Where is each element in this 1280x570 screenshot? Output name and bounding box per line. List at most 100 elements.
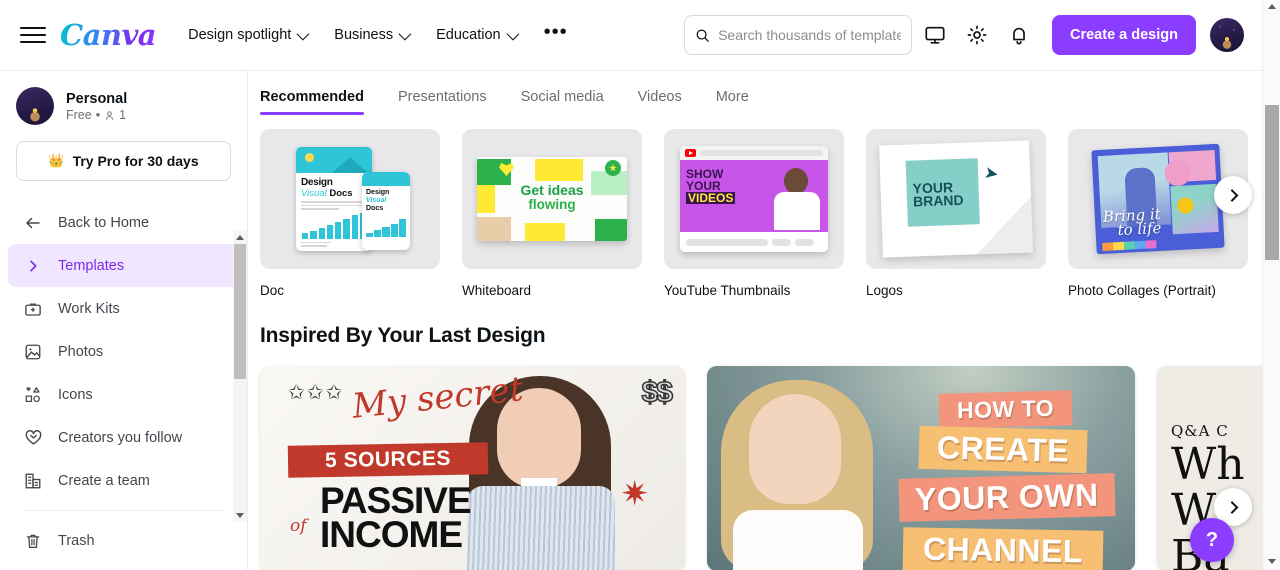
trash-icon [22, 532, 44, 550]
sidebar-scroll-thumb[interactable] [234, 244, 246, 379]
meta-dot: • [95, 108, 101, 123]
sidebar-item-label: Create a team [58, 472, 150, 489]
category-tabs: Recommended Presentations Social media V… [248, 71, 1262, 115]
canva-logo[interactable]: Canva [60, 18, 157, 52]
building-icon [22, 472, 44, 490]
category-label: Doc [260, 283, 285, 298]
design-big-line2: INCOME [320, 514, 463, 556]
youtube-art: SHOW YOUR VIDEOS [680, 146, 828, 252]
person-photo [713, 380, 893, 570]
help-button[interactable]: ? [1190, 518, 1234, 562]
nav-education[interactable]: Education [436, 27, 519, 43]
sidebar-item-label: Photos [58, 343, 104, 360]
sidebar-scrollbar[interactable] [233, 230, 247, 522]
user-avatar[interactable] [1210, 18, 1244, 52]
more-options-icon[interactable]: ••• [544, 22, 568, 43]
crown-icon: 👑 [48, 153, 65, 168]
briefcase-icon [22, 300, 44, 318]
whiteboard-art: Get ideas flowing [477, 157, 627, 241]
page-scrollbar[interactable] [1262, 0, 1280, 570]
sidebar-item-photos[interactable]: Photos [8, 330, 239, 373]
account-name: Personal [66, 90, 128, 107]
category-thumbnail: Get ideas flowing [462, 129, 642, 269]
design-card-passive-income[interactable]: ✩✩✩ $$ My secret 5 SOURCES of PASSIVE IN… [260, 366, 685, 570]
chevron-right-icon [1225, 188, 1238, 202]
display-icon[interactable] [916, 16, 954, 54]
design-line4: CHANNEL [902, 527, 1104, 570]
tab-videos[interactable]: Videos [638, 83, 682, 115]
try-pro-label: Try Pro for 30 days [72, 153, 199, 169]
member-count: 1 [119, 108, 127, 123]
person-icon [105, 111, 114, 120]
whiteboard-line1: Get ideas [520, 182, 584, 198]
tab-recommended[interactable]: Recommended [260, 83, 364, 115]
create-a-design-button[interactable]: Create a design [1052, 15, 1196, 55]
category-label: Photo Collages (Portrait) [1068, 283, 1216, 298]
category-card-youtube-thumbnails[interactable]: SHOW YOUR VIDEOS YouTube Thumbnails [664, 129, 844, 298]
back-to-home-label: Back to Home [58, 214, 150, 231]
sidebar-item-trash[interactable]: Trash [8, 519, 239, 562]
create-channel-art: HOW TO CREATE YOUR OWN CHANNEL [707, 366, 1135, 570]
scroll-down-button[interactable] [233, 508, 247, 522]
nav-business[interactable]: Business [334, 27, 412, 43]
hamburger-menu-icon[interactable] [20, 22, 46, 48]
sidebar-item-label: Work Kits [58, 300, 120, 317]
account-summary[interactable]: Personal Free • 1 [0, 87, 247, 125]
photo-icon [22, 343, 44, 361]
chevron-down-icon [398, 27, 412, 40]
back-to-home-button[interactable]: Back to Home [8, 201, 239, 244]
whiteboard-line2: flowing [528, 196, 576, 212]
search-input[interactable] [718, 27, 901, 43]
category-card-doc[interactable]: Design Visual Docs Design Visual Docs Doc [260, 129, 440, 298]
design-band-text: 5 SOURCES [324, 446, 452, 473]
nav-label: Design spotlight [188, 27, 292, 43]
top-header: Canva Design spotlight Business Educatio… [0, 0, 1262, 71]
category-thumbnail: YOUR BRAND ➤ [866, 129, 1046, 269]
chevron-down-icon [296, 27, 310, 40]
chevron-right-icon [1225, 500, 1238, 514]
nav-design-spotlight[interactable]: Design spotlight [188, 27, 310, 43]
scroll-down-button[interactable] [1263, 559, 1280, 564]
collage-art: Bring it to life [1091, 143, 1225, 255]
sidebar-item-templates[interactable]: Templates [8, 244, 239, 287]
category-card-logos[interactable]: YOUR BRAND ➤ Logos [866, 129, 1046, 298]
sidebar-item-creators-you-follow[interactable]: Creators you follow [8, 416, 239, 459]
sidebar-item-icons[interactable]: Icons [8, 373, 239, 416]
category-label: Logos [866, 283, 903, 298]
page-scroll-thumb[interactable] [1265, 105, 1279, 260]
tab-more[interactable]: More [716, 83, 749, 115]
account-meta: Free • 1 [66, 108, 127, 122]
chevron-right-icon [22, 258, 44, 274]
scroll-up-button[interactable] [233, 230, 247, 244]
gear-icon[interactable] [958, 16, 996, 54]
logo-art: YOUR BRAND ➤ [879, 140, 1033, 258]
design-line1: HOW TO [938, 390, 1073, 429]
category-card-row: Design Visual Docs Design Visual Docs Doc [248, 115, 1262, 298]
youtube-play-icon [685, 149, 696, 157]
tab-presentations[interactable]: Presentations [398, 83, 487, 115]
shapes-icon [22, 386, 44, 404]
stars-decoration: ✩✩✩ [288, 382, 345, 404]
sidebar-divider [22, 510, 225, 511]
doc-title-italic: Visual [301, 188, 327, 199]
sidebar-item-create-a-team[interactable]: Create a team [8, 459, 239, 502]
design-card-create-channel[interactable]: HOW TO CREATE YOUR OWN CHANNEL [707, 366, 1135, 570]
sidebar-item-label: Icons [58, 386, 93, 403]
design-of-text: of [290, 516, 307, 536]
try-pro-button[interactable]: 👑 Try Pro for 30 days [16, 141, 231, 181]
category-card-photo-collages[interactable]: Bring it to life Photo Collages (Portrai… [1068, 129, 1248, 298]
chevron-down-icon [506, 27, 519, 40]
category-card-whiteboard[interactable]: Get ideas flowing Whiteboard [462, 129, 642, 298]
design-band: 5 SOURCES [287, 442, 489, 478]
tab-social-media[interactable]: Social media [521, 83, 604, 115]
scroll-up-button[interactable] [1263, 4, 1280, 9]
logo-line2: BRAND [912, 192, 964, 210]
sidebar-item-label: Templates [58, 257, 125, 274]
category-next-arrow-button[interactable] [1214, 176, 1252, 214]
search-box[interactable] [684, 15, 912, 55]
heart-icon [22, 428, 44, 447]
bell-icon[interactable] [1000, 16, 1038, 54]
dollar-decoration: $$ [641, 375, 674, 410]
sidebar-item-work-kits[interactable]: Work Kits [8, 287, 239, 330]
sparkle-decoration: ✷ [620, 475, 650, 513]
